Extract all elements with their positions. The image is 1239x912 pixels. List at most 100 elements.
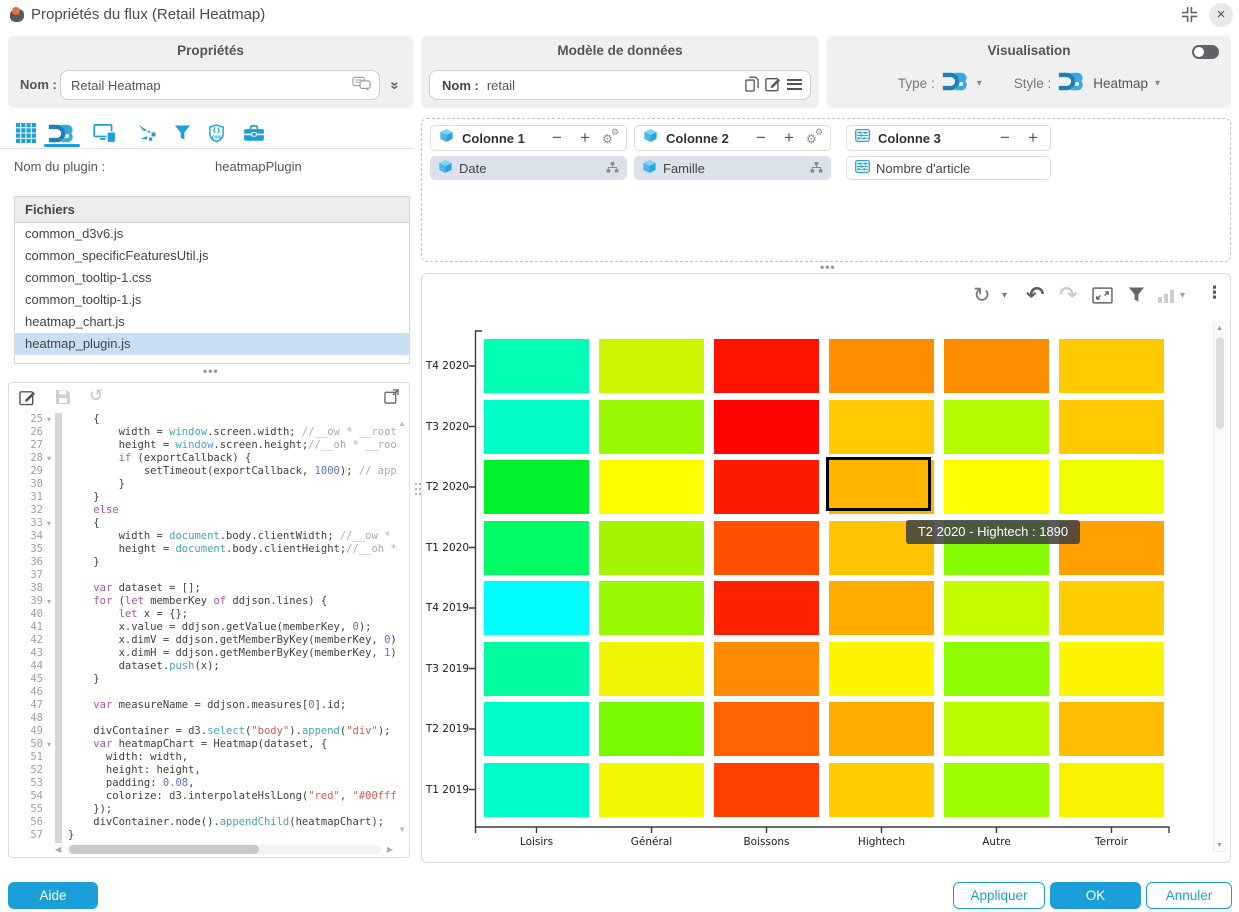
share-icon[interactable] [132,118,162,148]
code-line[interactable]: 43 x.dimH = ddjson.getMemberByKey(member… [9,647,397,660]
model-column-header[interactable]: Colonne 1−+⚙⚙ [430,125,627,151]
data-model-name-box[interactable]: Nom : retail [429,70,811,100]
cancel-button[interactable]: Annuler [1146,882,1232,909]
code-line[interactable]: 51 width: width, [9,751,397,764]
model-column-header[interactable]: Colonne 3−+ [846,125,1051,151]
kebab-menu-icon[interactable]: ⋮ [1206,283,1223,303]
code-line[interactable]: 56 divContainer.node().appendChild(heatm… [9,816,397,829]
model-column-item[interactable]: Famille [634,156,831,180]
save-icon[interactable] [55,389,71,410]
remove-column-icon[interactable]: − [750,128,772,148]
code-line[interactable]: 40 let x = {}; [9,608,397,621]
code-line[interactable]: 31 } [9,491,397,504]
code-line[interactable]: 30 } [9,478,397,491]
code-line[interactable]: 44 dataset.push(x); [9,660,397,673]
remove-column-icon[interactable]: − [994,128,1016,148]
code-line[interactable]: 34 width = document.body.clientWidth; //… [9,530,397,543]
add-column-icon[interactable]: + [778,128,800,148]
edit-code-icon[interactable] [19,389,36,411]
collapse-window-icon[interactable] [1181,6,1198,28]
visualisation-toggle[interactable] [1192,45,1219,59]
file-row[interactable]: common_tooltip-1.css [15,267,409,289]
plugin-name-value: heatmapPlugin [215,159,302,174]
filter-icon[interactable] [168,118,196,148]
code-line[interactable]: 28▾ if (exportCallback) { [9,452,397,465]
apply-button[interactable]: Appliquer [953,882,1045,909]
code-line[interactable]: 27 height = window.screen.height;//__oh … [9,439,397,452]
code-line[interactable]: 58 [9,842,397,843]
add-column-icon[interactable]: + [574,128,596,148]
scroll-left-icon[interactable]: ◀ [55,845,61,854]
code-line[interactable]: 53 padding: 0.08, [9,777,397,790]
edit-icon[interactable] [765,76,781,95]
code-line[interactable]: 54 colorize: d3.interpolateHslLong("red"… [9,790,397,803]
visualisation-panel-title: Visualisation [827,36,1231,58]
flow-name-input[interactable] [60,70,380,100]
revert-icon[interactable]: ↺ [89,386,103,406]
scroll-down-icon[interactable]: ▼ [1216,842,1223,849]
file-row[interactable]: heatmap_chart.js [15,311,409,333]
code-line[interactable]: 50▾ var heatmapChart = Heatmap(dataset, … [9,738,397,751]
column-settings-gears-icon[interactable]: ⚙⚙ [602,129,620,147]
toolbox-icon[interactable] [239,118,269,148]
code-line[interactable]: 39▾ for (let memberKey of ddjson.lines) … [9,595,397,608]
d3-style-icon[interactable] [1058,69,1086,97]
ok-button[interactable]: OK [1050,882,1141,909]
scrollbar-thumb[interactable] [1216,337,1224,429]
code-line[interactable]: 33▾ { [9,517,397,530]
horizontal-scrollbar[interactable]: ◀ ▶ [55,845,393,854]
resize-handle[interactable]: ••• [820,260,836,274]
code-line[interactable]: 29 setTimeout(exportCallback, 1000); // … [9,465,397,478]
code-line[interactable]: 37 [9,569,397,582]
grid-icon[interactable] [12,118,40,148]
translate-icon[interactable] [352,76,371,97]
code-line[interactable]: 41 x.value = ddjson.getValue(memberKey, … [9,621,397,634]
d3-type-icon[interactable] [942,69,970,97]
file-row[interactable]: heatmap_plugin.js [15,333,409,355]
scroll-right-icon[interactable]: ▶ [387,845,393,854]
css-icon[interactable]: {}css [202,118,230,148]
help-button[interactable]: Aide [8,882,98,909]
hierarchy-icon[interactable] [606,161,619,176]
model-column-header[interactable]: Colonne 2−+⚙⚙ [634,125,831,151]
menu-icon[interactable] [787,78,802,93]
code-lines[interactable]: 25▾ {26 width = window.screen.width; //_… [9,413,397,843]
code-line[interactable]: 45 } [9,673,397,686]
code-line[interactable]: 46 [9,686,397,699]
code-line[interactable]: 52 height: height, [9,764,397,777]
close-button[interactable]: × [1209,3,1233,27]
add-column-icon[interactable]: + [1022,128,1044,148]
code-line[interactable]: 38 var dataset = []; [9,582,397,595]
code-line[interactable]: 36 } [9,556,397,569]
type-dropdown-caret-icon[interactable]: ▾ [977,78,982,89]
file-row[interactable]: common_tooltip-1.js [15,289,409,311]
model-column-item[interactable]: Date [430,156,627,180]
code-line[interactable]: 49 divContainer = d3.select("body").appe… [9,725,397,738]
expand-more-chevrons-icon[interactable]: » [387,81,404,87]
style-dropdown-caret-icon[interactable]: ▾ [1155,78,1160,89]
code-line[interactable]: 32 else [9,504,397,517]
code-line[interactable]: 25▾ { [9,413,397,426]
hierarchy-icon[interactable] [810,161,823,176]
chart-scrollbar[interactable]: ▲ ▼ [1213,322,1226,852]
column-settings-gears-icon[interactable]: ⚙⚙ [806,129,824,147]
open-in-window-icon[interactable] [384,389,399,409]
scroll-up-icon[interactable]: ▲ [1216,325,1223,332]
code-line[interactable]: 57} [9,829,397,842]
devices-icon[interactable] [90,118,120,148]
resize-handle[interactable]: ••• [203,364,219,378]
scrollbar-thumb[interactable] [69,845,259,854]
file-row[interactable]: common_specificFeaturesUtil.js [15,245,409,267]
code-line[interactable]: 55 }); [9,803,397,816]
code-line[interactable]: 26 width = window.screen.width; //__ow *… [9,426,397,439]
scroll-down-icon[interactable]: ▼ [398,825,406,834]
code-line[interactable]: 48 [9,712,397,725]
file-row[interactable]: common_d3v6.js [15,223,409,245]
model-column-item[interactable]: Nombre d'article [846,156,1051,180]
scroll-up-icon[interactable]: ▲ [398,419,406,428]
code-line[interactable]: 35 height = document.body.clientHeight;/… [9,543,397,556]
code-line[interactable]: 47 var measureName = ddjson.measures[0].… [9,699,397,712]
copy-icon[interactable] [745,76,759,95]
code-line[interactable]: 42 x.dimV = ddjson.getMemberByKey(member… [9,634,397,647]
remove-column-icon[interactable]: − [546,128,568,148]
